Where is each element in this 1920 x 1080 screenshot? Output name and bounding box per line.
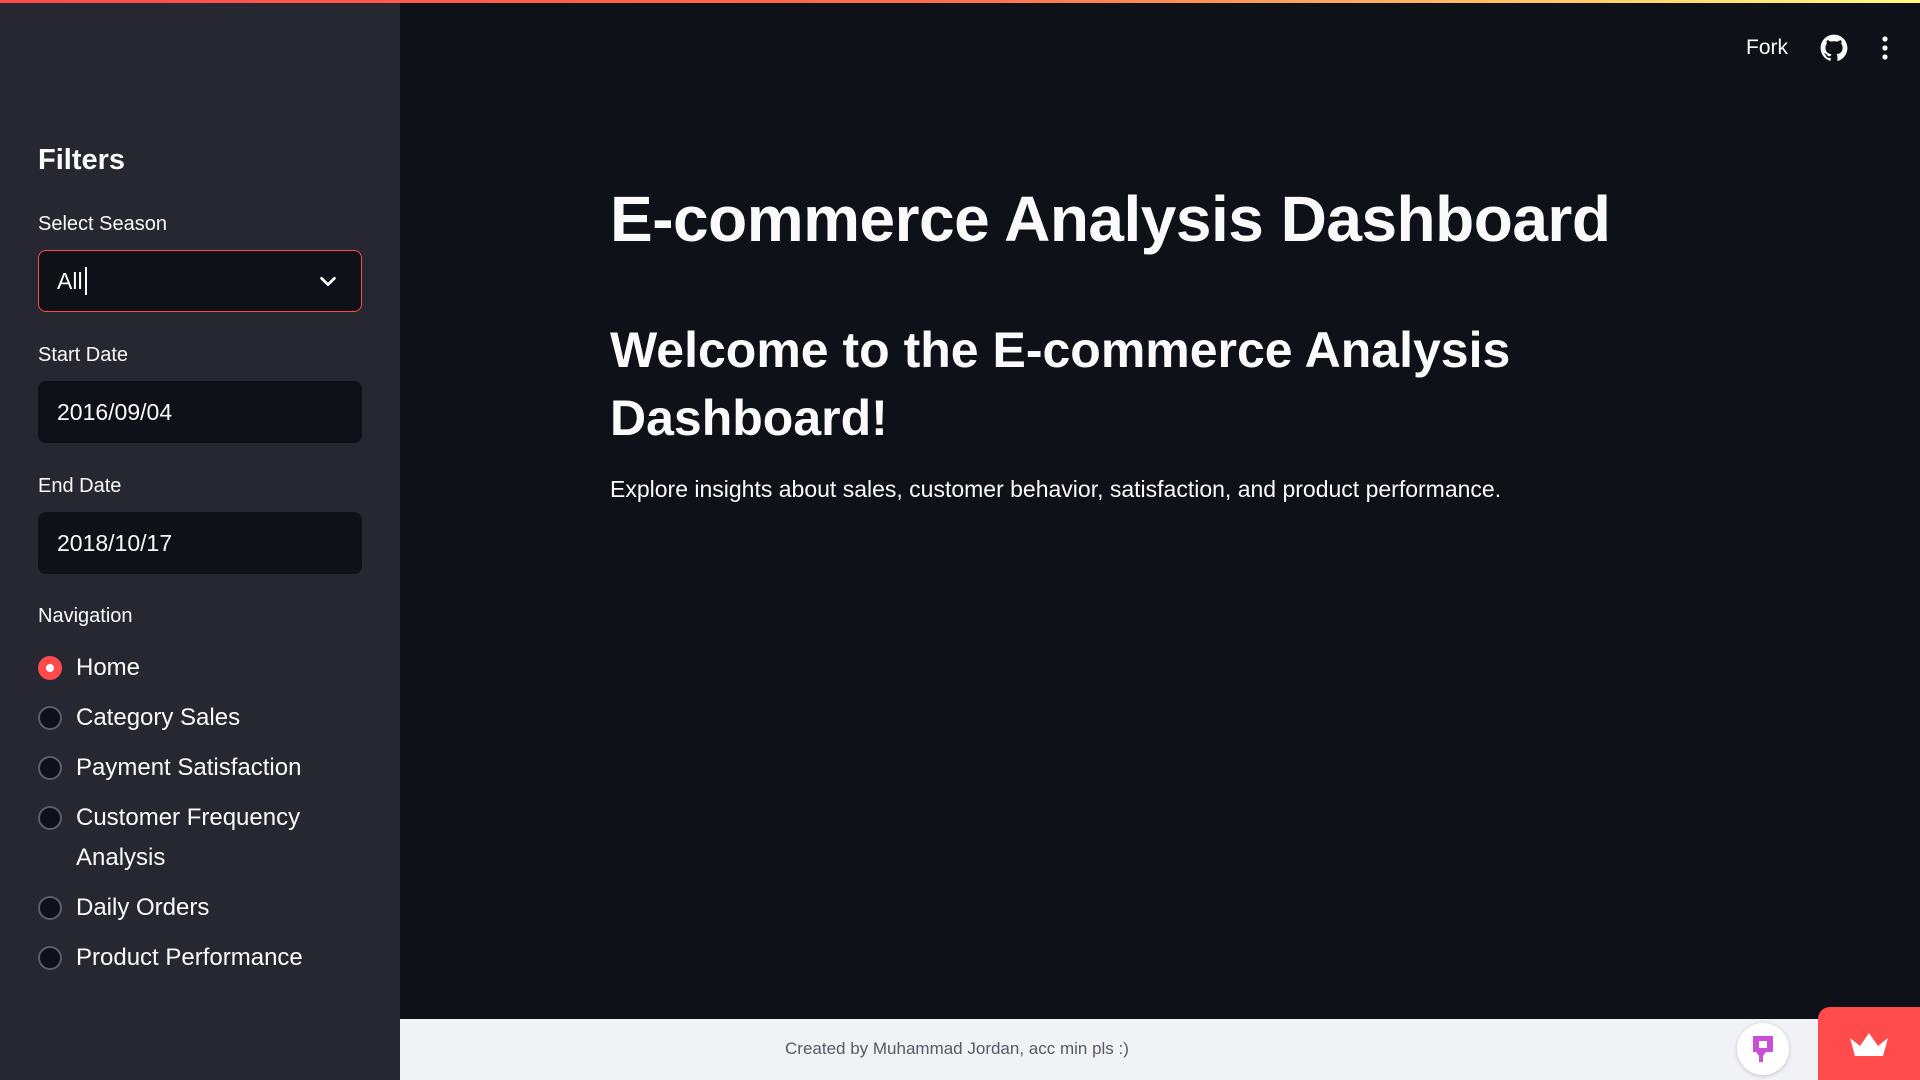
nav-radio-label: Payment Satisfaction [76,754,302,781]
nav-radio-label: Customer Frequency Analysis [76,804,301,871]
radio-unselected-icon[interactable] [38,806,62,830]
radio-unselected-icon[interactable] [38,756,62,780]
season-select[interactable]: All [38,250,362,312]
footer-credit: Created by Muhammad Jordan, acc min pls … [785,1039,1129,1058]
nav-radio-label: Daily Orders [76,894,210,921]
nav-radio-label: Category Sales [76,704,241,731]
season-select-value: All [57,267,83,294]
fork-link[interactable]: Fork [1746,36,1788,60]
season-label: Select Season [38,213,167,235]
top-decoration-bar [0,0,1920,3]
chevron-down-icon[interactable] [317,270,339,292]
nav-radio-label: Home [76,654,141,681]
radio-unselected-icon[interactable] [38,706,62,730]
start-date-label: Start Date [38,344,129,366]
navigation-radio-group: Home Category Sales Payment Satisfaction… [38,648,368,988]
sidebar-title: Filters [38,144,126,176]
streamlit-badge-icon[interactable] [1737,1023,1789,1075]
nav-radio-category-sales[interactable]: Category Sales [38,698,368,738]
header-actions: Fork [1746,28,1890,68]
nav-radio-label: Product Performance [76,944,303,971]
radio-unselected-icon[interactable] [38,896,62,920]
page-subtitle: Welcome to the E-commerce Analysis Dashb… [610,322,1511,446]
end-date-value: 2018/10/17 [57,529,173,556]
page-title: E-commerce Analysis Dashboard [610,183,1611,255]
github-icon[interactable] [1820,34,1848,62]
kebab-menu-icon[interactable] [1880,35,1890,61]
start-date-input[interactable]: 2016/09/04 [38,381,362,443]
nav-radio-customer-frequency[interactable]: Customer Frequency Analysis [38,798,368,878]
sidebar: Filters Select Season All Start Date 201… [0,0,400,1080]
nav-radio-payment-satisfaction[interactable]: Payment Satisfaction [38,748,368,788]
text-cursor [84,267,87,295]
footer: Created by Muhammad Jordan, acc min pls … [400,1007,1920,1080]
nav-radio-daily-orders[interactable]: Daily Orders [38,888,368,928]
nav-radio-product-performance[interactable]: Product Performance [38,938,368,978]
end-date-input[interactable]: 2018/10/17 [38,512,362,574]
start-date-value: 2016/09/04 [57,398,173,425]
radio-unselected-icon[interactable] [38,946,62,970]
end-date-label: End Date [38,475,122,497]
radio-selected-icon[interactable] [38,656,62,680]
nav-radio-home[interactable]: Home [38,648,368,688]
page-description: Explore insights about sales, customer b… [610,476,1502,502]
crown-icon[interactable] [1818,1007,1920,1080]
navigation-label: Navigation [38,605,133,627]
